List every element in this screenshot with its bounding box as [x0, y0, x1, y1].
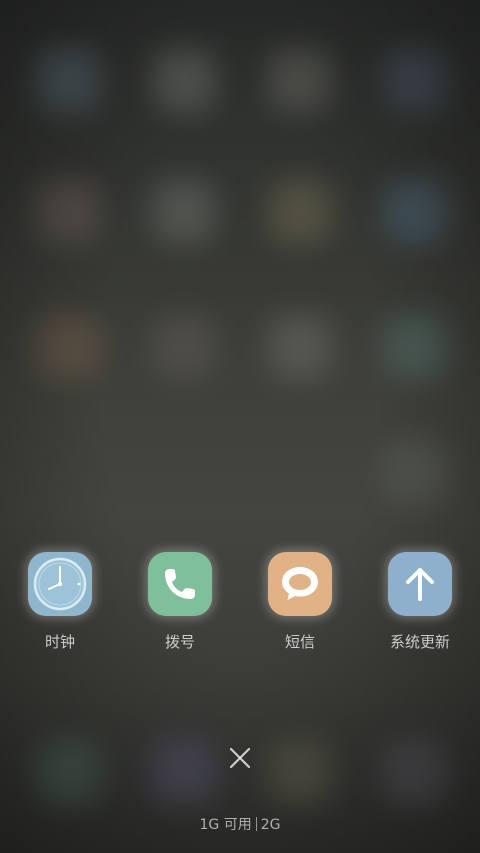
app-label: 时钟: [44, 633, 75, 651]
app-label: 短信: [284, 633, 315, 651]
recent-app-messages[interactable]: 短信: [240, 552, 360, 662]
phone-icon: [148, 552, 212, 616]
message-icon: [268, 552, 332, 616]
app-label: 系统更新: [389, 633, 450, 651]
memory-total: 2G: [260, 817, 281, 833]
clock-icon: [28, 552, 92, 616]
close-icon: [229, 747, 251, 769]
recent-apps-screen: 时钟 拨号 短信 系统更新 1G 可用 2G: [0, 0, 480, 853]
recent-app-system-update[interactable]: 系统更新: [360, 552, 480, 662]
close-all-button[interactable]: [222, 740, 258, 776]
vignette-overlay: [0, 0, 480, 853]
recent-app-clock[interactable]: 时钟: [0, 552, 120, 662]
memory-status: 1G 可用 2G: [0, 815, 480, 835]
recent-app-dialer[interactable]: 拨号: [120, 552, 240, 662]
memory-separator: [255, 817, 257, 831]
recent-apps-row: 时钟 拨号 短信 系统更新: [0, 552, 480, 662]
arrow-up-icon: [388, 552, 452, 616]
app-label: 拨号: [164, 633, 195, 651]
memory-available: 1G 可用: [199, 817, 252, 833]
